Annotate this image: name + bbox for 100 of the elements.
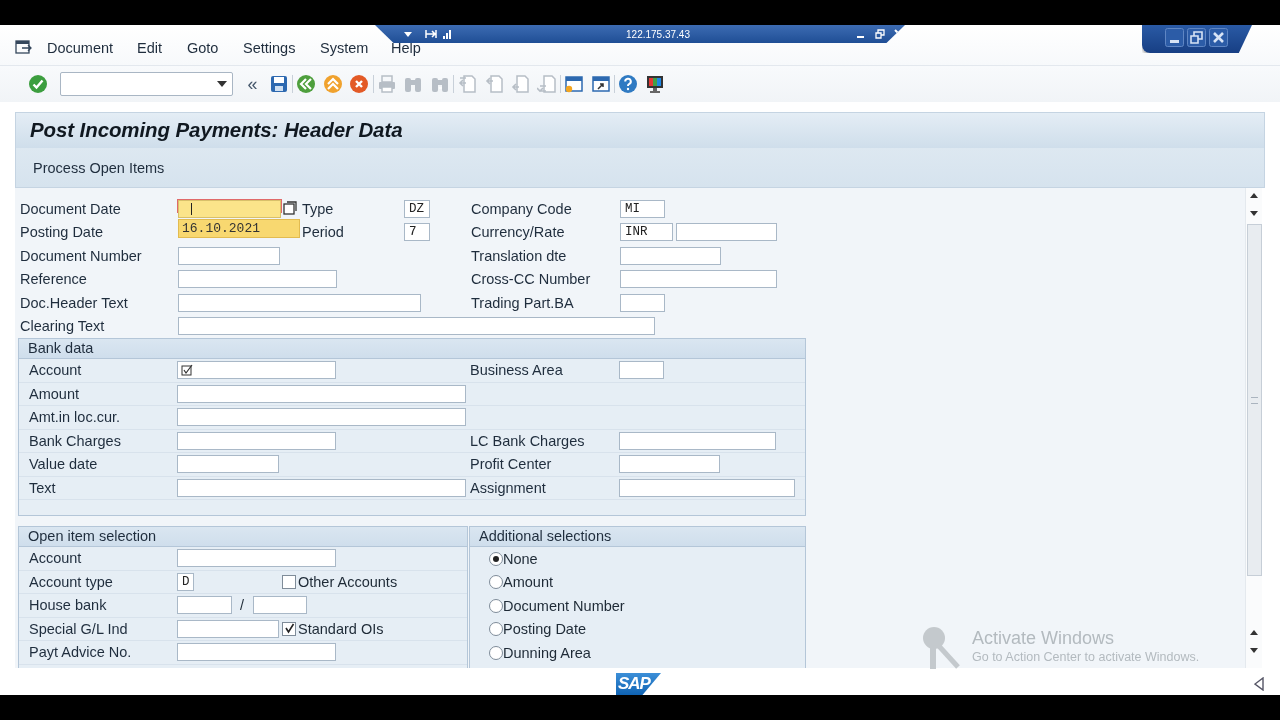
radio-button[interactable] (489, 598, 503, 613)
input-field[interactable] (178, 246, 280, 265)
input-field[interactable] (177, 408, 466, 427)
field-label: Document Date (20, 200, 122, 217)
radio-button[interactable] (489, 645, 503, 660)
help-icon[interactable] (618, 74, 639, 94)
pin-icon[interactable] (425, 29, 437, 39)
field-label: Bank Charges (29, 432, 122, 449)
input-field[interactable]: D (177, 572, 194, 591)
input-field[interactable]: INR (620, 223, 673, 242)
field-label: Amount (29, 385, 80, 402)
save-icon[interactable] (268, 74, 289, 94)
input-field[interactable] (619, 431, 776, 450)
field-label: Account (29, 362, 83, 379)
input-field[interactable] (676, 223, 777, 242)
activation-title: Activate Windows (972, 628, 1116, 649)
radio-label: Amount (503, 574, 553, 591)
input-field[interactable] (620, 246, 721, 265)
value-help-icon[interactable] (283, 201, 298, 217)
input-field[interactable] (619, 478, 795, 497)
field-label: Assignment (470, 479, 547, 496)
input-field[interactable]: 7 (404, 223, 430, 242)
input-field[interactable]: DZ (404, 199, 430, 218)
checkmark-icon[interactable] (28, 74, 49, 94)
screen-title: Post Incoming Payments: Header Data (15, 112, 1265, 148)
cancel-icon[interactable] (349, 74, 370, 94)
radio-label: Document Number (503, 597, 625, 614)
field-label: Business Area (470, 362, 564, 379)
expand-icon[interactable] (1254, 677, 1264, 691)
field-label: Company Code (471, 200, 573, 217)
input-field[interactable] (177, 361, 336, 380)
menu-item[interactable]: Document (47, 40, 131, 56)
input-field[interactable]: MI (620, 199, 665, 218)
field-label: Currency/Rate (471, 224, 566, 241)
menu-item[interactable]: Help (391, 40, 441, 56)
field-label: Period (302, 224, 345, 241)
separator-text: / (239, 597, 245, 614)
field-label: Account type (29, 573, 114, 590)
input-field[interactable] (620, 270, 777, 289)
checkbox[interactable] (282, 621, 296, 636)
field-label: Profit Center (470, 456, 553, 473)
input-field[interactable] (177, 549, 336, 568)
scroll-down-icon[interactable] (1249, 209, 1259, 218)
new-window-icon[interactable] (564, 74, 585, 94)
shortcut-icon[interactable] (590, 74, 611, 94)
input-field[interactable] (253, 596, 307, 615)
menu-icon[interactable] (15, 40, 33, 56)
scrollbar-thumb[interactable] (1246, 224, 1262, 576)
radio-label: Posting Date (503, 621, 587, 638)
radio-button[interactable] (489, 622, 503, 637)
input-field[interactable] (177, 619, 279, 638)
restore-icon[interactable] (1187, 28, 1206, 47)
input-field[interactable] (177, 643, 336, 662)
input-field[interactable] (619, 361, 664, 380)
process-open-items-button[interactable]: Process Open Items (20, 155, 178, 180)
minimize-icon[interactable] (1165, 28, 1184, 47)
scroll-up-icon[interactable] (1249, 628, 1259, 637)
group-title: Bank data (19, 339, 805, 359)
group-title: Additional selections (470, 527, 805, 547)
input-field[interactable] (178, 317, 655, 336)
menu-item[interactable]: Settings (243, 40, 314, 56)
input-field[interactable] (177, 384, 466, 403)
menu-item[interactable]: Edit (137, 40, 181, 56)
activation-message: Go to Action Center to activate Windows. (972, 650, 1200, 664)
input-field[interactable] (177, 478, 466, 497)
required-icon (181, 364, 193, 377)
input-field[interactable] (178, 270, 337, 289)
scroll-up-icon[interactable] (1249, 191, 1259, 200)
exit-icon[interactable] (322, 74, 343, 94)
field-label: LC Bank Charges (470, 432, 586, 449)
dropdown-icon[interactable] (403, 29, 413, 39)
menu-item[interactable]: Goto (187, 40, 237, 56)
field-label: Document Number (20, 247, 143, 264)
radio-button[interactable] (489, 551, 503, 566)
scrollbar[interactable] (1245, 188, 1262, 668)
checkbox-label: Standard OIs (298, 620, 384, 637)
checkbox-label: Other Accounts (298, 573, 398, 590)
scroll-down-icon[interactable] (1249, 646, 1259, 655)
input-field[interactable] (620, 293, 665, 312)
command-field[interactable] (59, 72, 233, 96)
collapse-toggle[interactable]: « (242, 73, 263, 95)
field-label: House bank (29, 597, 108, 614)
dropdown-icon[interactable] (216, 80, 227, 88)
field-label: Trading Part.BA (471, 294, 575, 311)
monitor-icon[interactable] (644, 74, 665, 94)
back-icon[interactable] (296, 74, 317, 94)
input-field[interactable] (178, 293, 421, 312)
menu-item[interactable]: System (320, 40, 385, 56)
input-field[interactable] (178, 199, 281, 218)
field-label: Value date (29, 456, 99, 473)
input-field[interactable] (177, 455, 279, 474)
radio-button[interactable] (489, 575, 503, 590)
input-field[interactable] (619, 455, 720, 474)
field-label: Text (29, 479, 57, 496)
input-field[interactable] (177, 431, 336, 450)
checkbox[interactable] (282, 574, 296, 589)
field-label: Cross-CC Number (471, 271, 592, 288)
input-field[interactable] (177, 596, 232, 615)
text-cursor (191, 202, 192, 215)
suggestion-item[interactable]: 16.10.2021 (178, 218, 300, 238)
